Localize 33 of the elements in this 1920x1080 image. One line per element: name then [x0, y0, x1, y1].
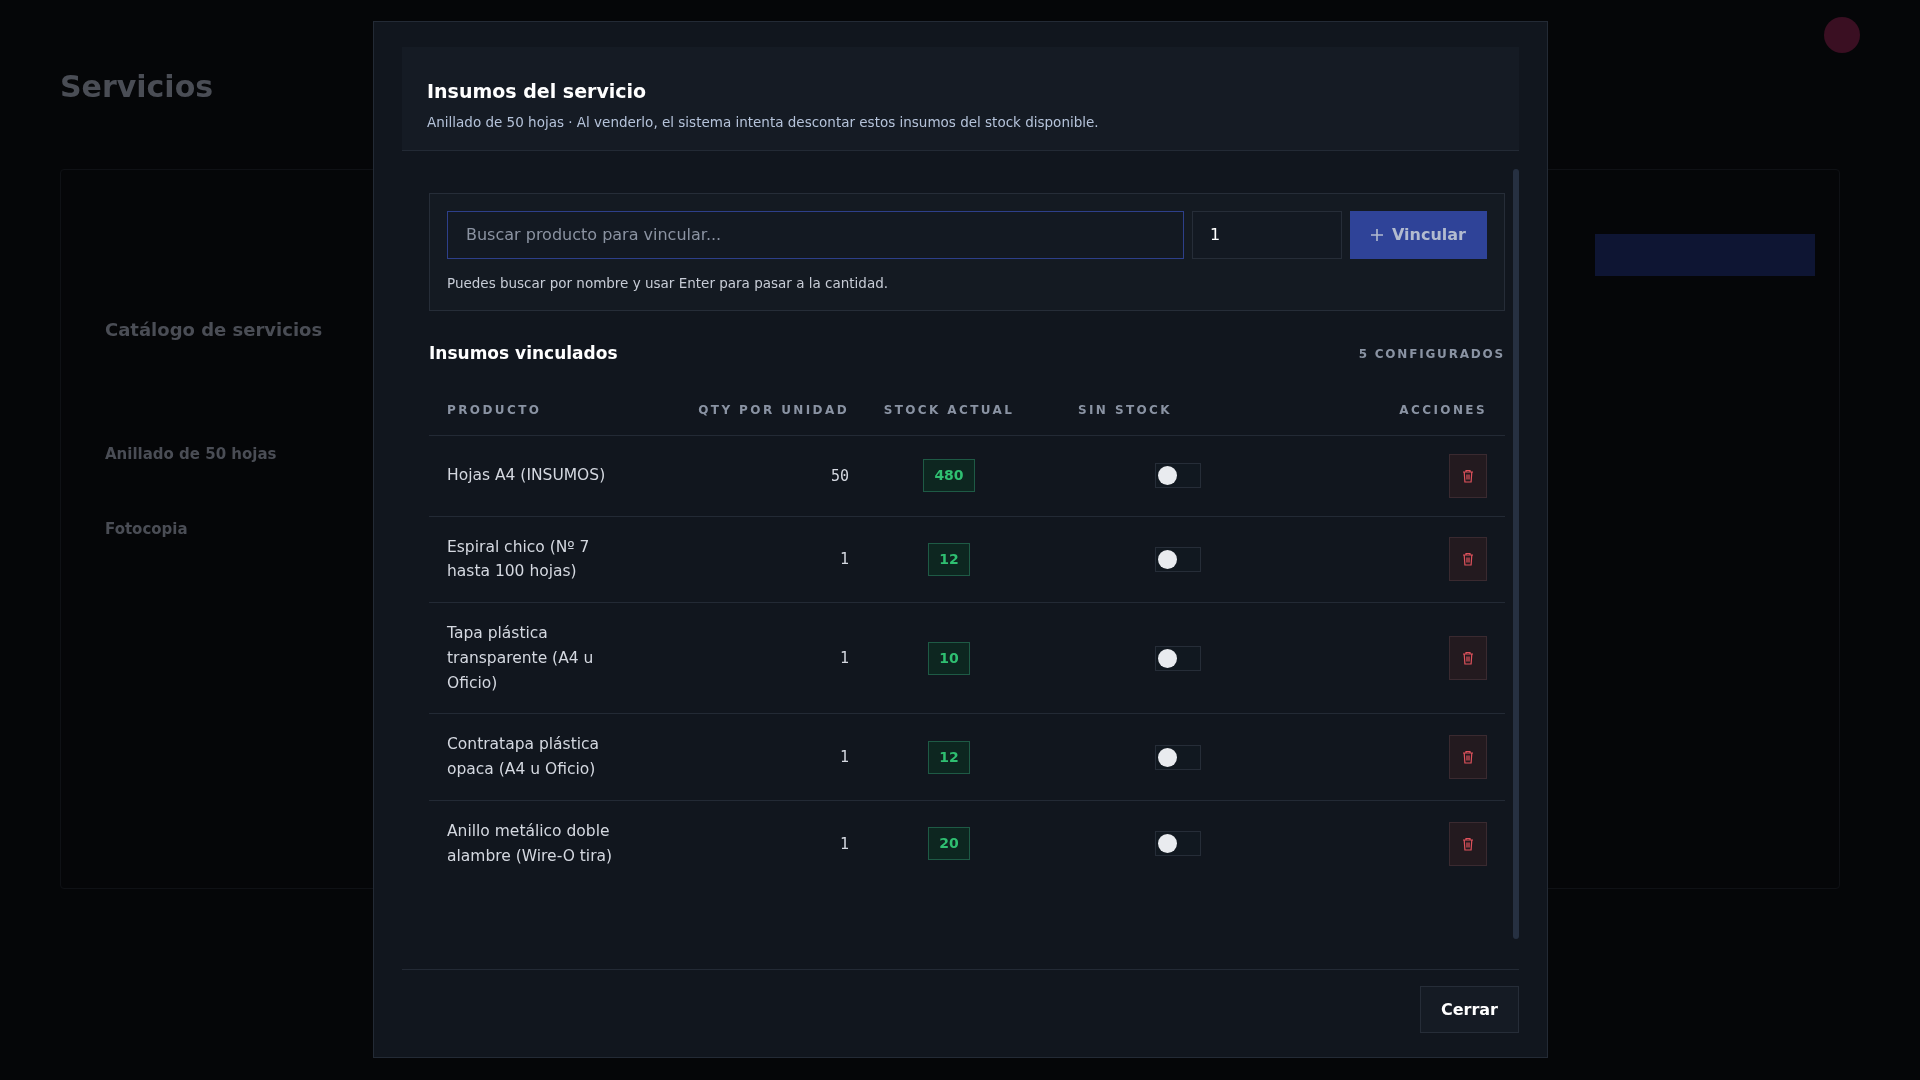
quantity-value: 1 [839, 550, 849, 569]
quantity-value: 1 [839, 748, 849, 767]
modal-subtitle: Anillado de 50 hojas · Al venderlo, el sistema intenta descontar estos insumos del stock disponible. [427, 112, 1100, 132]
stock-badge: 20 [928, 827, 970, 861]
stock-badge: 12 [928, 542, 970, 576]
stock-badge: 12 [928, 740, 970, 774]
quantity-value: 50 [830, 466, 849, 485]
quantity-value: 1 [839, 649, 849, 668]
search-field[interactable]: Buscar producto para vincular... [447, 210, 1184, 259]
stock-badge: 10 [928, 641, 970, 675]
service-name: Fotocopia [105, 518, 188, 540]
hint-text: Puedes buscar por nombre y usar Enter para pasar a la cantidad. [447, 273, 890, 293]
product-name: Hojas A4 (INSUMOS) [447, 465, 607, 487]
product-name: Contratapa plástica opaca (A4 u Oficio) [447, 734, 601, 781]
column-header: PRODUCTO [447, 402, 542, 417]
service-name: Anillado de 50 hojas [105, 444, 277, 465]
stock-badge: 480 [923, 459, 975, 492]
count-label: 5 CONFIGURADOS [1358, 345, 1505, 363]
column-header: STOCK ACTUAL [883, 402, 1015, 417]
section-title: Catálogo de servicios [105, 318, 323, 342]
quantity-field[interactable]: 1 [1192, 210, 1342, 259]
section-title: Insumos vinculados [429, 342, 618, 365]
quantity-value: 1 [839, 834, 849, 853]
product-name: Anillo metálico doble alambre (Wire-O tira) [447, 821, 614, 867]
page-title: Servicios [60, 68, 214, 106]
product-name: Tapa plástica transparente (A4 u Oficio) [447, 623, 595, 694]
column-header: SIN STOCK [1077, 402, 1173, 417]
close-button[interactable]: Cerrar [1419, 986, 1519, 1033]
product-name: Espiral chico (Nº 7 hasta 100 hojas) [447, 536, 591, 583]
column-header: ACCIONES [1399, 402, 1487, 417]
link-button[interactable]: Vincular [1350, 210, 1487, 259]
column-header: QTY POR UNIDAD [698, 402, 849, 417]
modal-title: Insumos del servicio [427, 79, 648, 104]
